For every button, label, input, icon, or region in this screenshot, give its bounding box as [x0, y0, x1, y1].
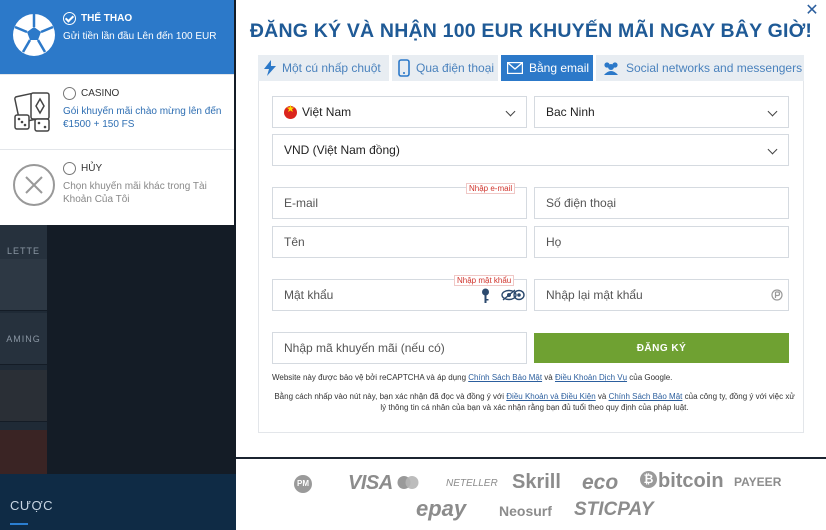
background-footer-nav: CƯỢC — [0, 474, 236, 530]
recaptcha-note: Website này được bảo vệ bởi reCAPTCHA và… — [272, 372, 797, 383]
background-footer-label: CƯỢC — [10, 498, 54, 513]
last-name-placeholder: Họ — [546, 235, 562, 249]
phone-placeholder: Số điện thoại — [546, 196, 617, 210]
visa-logo: VISA — [348, 472, 393, 494]
currency-value: VND (Việt Nam đồng) — [284, 143, 400, 157]
radio-checked-icon[interactable] — [63, 12, 76, 25]
currency-select[interactable]: VND (Việt Nam đồng) — [272, 134, 789, 166]
key-icon[interactable] — [481, 288, 490, 304]
bonus-option-sports[interactable]: THỂ THAO Gửi tiền lần đầu Lên đến 100 EU… — [0, 0, 234, 75]
users-icon — [604, 62, 618, 75]
radio-unchecked-icon[interactable] — [63, 87, 76, 100]
background-tile: AMING — [0, 313, 47, 365]
bonus-option-casino[interactable]: CASINO Gói khuyến mãi chào mừng lên đến … — [0, 75, 234, 150]
radio-unchecked-icon[interactable] — [63, 162, 76, 175]
background-footer-underline — [10, 523, 28, 525]
sticpay-logo: STICPAY — [574, 499, 654, 520]
background-tile — [0, 370, 47, 422]
chevron-down-icon — [767, 106, 778, 117]
tab-label: Qua điện thoại — [416, 61, 495, 75]
promo-code-field[interactable]: Nhập mã khuyến mãi (nếu có) — [272, 332, 527, 364]
bonus-option-desc: Gói khuyến mãi chào mừng lên đến €1500 +… — [63, 106, 222, 130]
mastercard-logo — [397, 475, 419, 490]
cancel-x-icon — [11, 162, 57, 208]
tab-one-click[interactable]: Một cú nhấp chuột — [258, 55, 389, 81]
payeer-logo: PAYEER — [734, 475, 782, 489]
country-value: Việt Nam — [302, 105, 352, 119]
neosurf-logo: Neosurf — [499, 503, 552, 519]
skrill-logo: Skrill — [512, 471, 561, 493]
first-name-placeholder: Tên — [284, 235, 305, 249]
bonus-option-desc: Gửi tiền lần đầu Lên đến 100 EUR — [63, 31, 217, 42]
country-select[interactable]: Việt Nam — [272, 96, 527, 128]
vietnam-flag-icon — [284, 104, 297, 119]
note-text: và — [542, 373, 555, 382]
phone-field[interactable]: Số điện thoại — [534, 187, 789, 219]
bonus-option-cancel[interactable]: HỦY Chọn khuyến mãi khác trong Tài Khoản… — [0, 150, 234, 225]
lightning-icon — [264, 60, 276, 76]
first-name-field[interactable]: Tên — [272, 226, 527, 258]
perfect-money-logo: PM — [294, 475, 312, 493]
note-text: Bằng cách nhấp vào nút này, bạn xác nhận… — [274, 392, 507, 401]
tab-phone[interactable]: Qua điện thoại — [392, 55, 498, 81]
ecopayz-logo: eco — [582, 471, 619, 494]
confirm-password-field[interactable]: Nhập lại mật khẩu — [534, 279, 789, 311]
bitcoin-icon: ₿ — [640, 471, 657, 488]
background-game-column: LETTE AMING — [0, 225, 47, 482]
register-button[interactable]: ĐĂNG KÝ — [534, 333, 789, 363]
neteller-logo: NETELLER — [446, 478, 498, 489]
eye-hidden-icon[interactable] — [501, 289, 525, 301]
tab-label: Một cú nhấp chuột — [282, 61, 381, 75]
bonus-option-title: THỂ THAO — [81, 13, 133, 24]
background-tile — [0, 259, 47, 311]
phone-icon — [398, 59, 410, 77]
password-placeholder: Mật khẩu — [284, 288, 334, 302]
last-name-field[interactable]: Họ — [534, 226, 789, 258]
tab-email[interactable]: Bằng email — [501, 55, 593, 81]
password-visibility-icon[interactable] — [771, 289, 783, 301]
consent-note: Bằng cách nhấp vào nút này, bạn xác nhận… — [272, 391, 797, 413]
casino-cards-dice-icon — [11, 87, 57, 133]
envelope-icon — [507, 62, 523, 74]
email-validation-hint: Nhập e-mail — [466, 183, 516, 194]
privacy-policy-link[interactable]: Chính Sách Bảo Mật — [609, 392, 683, 401]
chevron-down-icon — [767, 144, 778, 155]
close-icon[interactable]: ✕ — [804, 3, 820, 19]
tab-social-networks[interactable]: Social networks and messengers — [596, 55, 804, 81]
bonus-option-title: HỦY — [81, 163, 103, 174]
bitcoin-logo: bitcoin — [658, 470, 724, 492]
promo-code-placeholder: Nhập mã khuyến mãi (nếu có) — [284, 341, 445, 355]
privacy-policy-link[interactable]: Chính Sách Bảo Mật — [468, 373, 542, 382]
tab-label: Social networks and messengers — [626, 61, 803, 75]
page-title: ĐĂNG KÝ VÀ NHẬN 100 EUR KHUYẾN MÃI NGAY … — [249, 20, 813, 42]
terms-of-service-link[interactable]: Điều Khoản Dịch Vụ — [555, 373, 627, 382]
registration-tabs: Một cú nhấp chuột Qua điện thoại Bằng em… — [258, 55, 804, 81]
confirm-password-placeholder: Nhập lại mật khẩu — [546, 288, 643, 302]
city-select[interactable]: Bac Ninh — [534, 96, 789, 128]
terms-conditions-link[interactable]: Điều Khoản và Điều Kiện — [506, 392, 595, 401]
note-text: của Google. — [627, 373, 673, 382]
chevron-down-icon — [505, 106, 516, 117]
payment-methods-strip: PM VISA NETELLER Skrill eco ₿ bitcoin PA… — [236, 457, 826, 530]
city-value: Bac Ninh — [546, 105, 595, 119]
email-placeholder: E-mail — [284, 196, 319, 210]
note-text: và — [595, 392, 609, 401]
bonus-option-title: CASINO — [81, 88, 120, 99]
bonus-selection-panel: THỂ THAO Gửi tiền lần đầu Lên đến 100 EU… — [0, 0, 234, 225]
bonus-option-desc: Chọn khuyến mãi khác trong Tài Khoản Của… — [63, 181, 207, 205]
password-validation-hint: Nhập mật khẩu — [454, 275, 515, 286]
soccer-ball-icon — [11, 12, 57, 58]
note-text: Website này được bảo vệ bởi reCAPTCHA và… — [272, 373, 469, 382]
epay-logo: epay — [416, 496, 467, 521]
tab-label: Bằng email — [529, 61, 590, 75]
